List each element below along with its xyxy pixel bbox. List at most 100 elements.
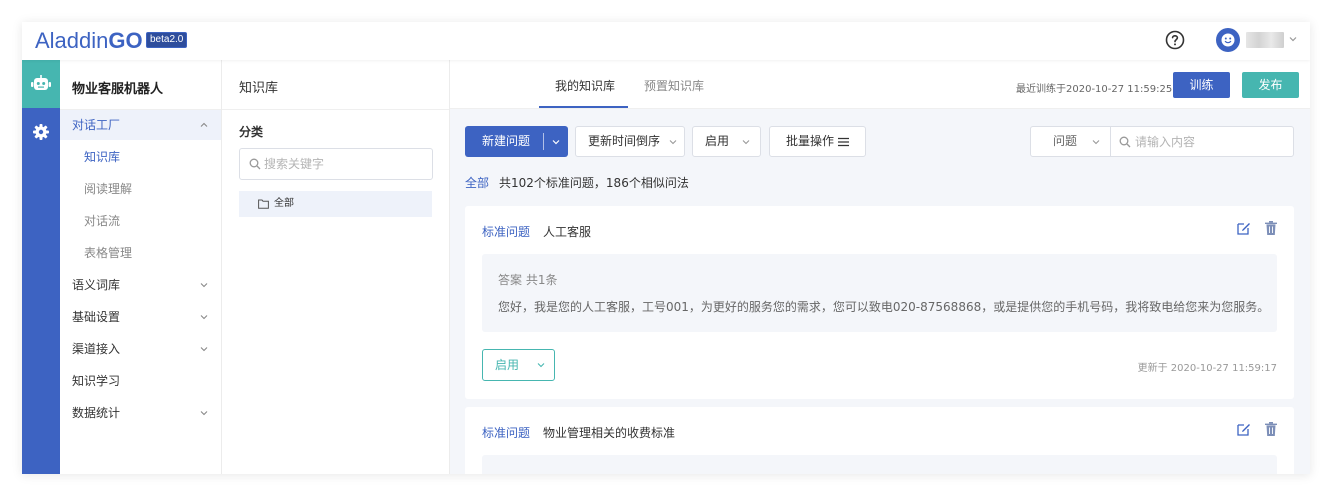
nav-item-basic-settings[interactable]: 基础设置 bbox=[60, 302, 221, 332]
nav-item-channels[interactable]: 渠道接入 bbox=[60, 334, 221, 364]
question-card: 标准问题 人工客服 答案 共1条 您好，我是您的人工客服，工号001，为更好的服… bbox=[465, 206, 1294, 399]
nav-item-reading[interactable]: 阅读理解 bbox=[60, 174, 221, 204]
answer-text: 您好，我是您的人工客服，工号001，为更好的服务您的需求，您可以致电020-87… bbox=[498, 300, 1270, 314]
chevron-down-icon bbox=[200, 411, 208, 416]
robot-icon bbox=[31, 75, 51, 90]
nav-item-knowledge-base[interactable]: 知识库 bbox=[60, 142, 221, 172]
question-text: 物业管理相关的收费标准 bbox=[543, 426, 676, 440]
nav-item-label: 知识学习 bbox=[72, 374, 121, 388]
sort-select-value: 更新时间倒序 bbox=[588, 134, 661, 148]
new-question-button[interactable]: 新建问题 bbox=[465, 126, 568, 157]
nav-item-dialog-factory[interactable]: 对话工厂 bbox=[60, 110, 221, 140]
answer-box bbox=[482, 455, 1277, 474]
filter-type-value: 问题 bbox=[1053, 134, 1078, 148]
chevron-down-icon bbox=[200, 347, 208, 352]
result-summary: 全部 共102个标准问题，186个相似问法 bbox=[465, 174, 689, 191]
chevron-down-icon bbox=[742, 140, 750, 145]
chevron-down-icon[interactable] bbox=[551, 137, 561, 147]
logo[interactable]: AladdinGO bbox=[35, 28, 143, 54]
filter-type-select[interactable]: 问题 bbox=[1030, 126, 1111, 157]
search-icon bbox=[1119, 136, 1131, 148]
chevron-down-icon bbox=[669, 140, 677, 145]
divider bbox=[222, 109, 449, 110]
folder-icon bbox=[258, 199, 269, 209]
nav-item-semantic-lexicon[interactable]: 语义词库 bbox=[60, 270, 221, 300]
nav-item-label: 对话流 bbox=[84, 214, 121, 228]
summary-text: 共102个标准问题，186个相似问法 bbox=[499, 176, 689, 190]
search-icon bbox=[249, 158, 261, 170]
menu-icon bbox=[838, 137, 849, 147]
question-type-label: 标准问题 bbox=[482, 225, 531, 239]
chevron-down-icon bbox=[200, 315, 208, 320]
edit-icon[interactable] bbox=[1237, 422, 1251, 436]
sort-select[interactable]: 更新时间倒序 bbox=[575, 126, 685, 157]
batch-operation-button[interactable]: 批量操作 bbox=[769, 126, 866, 157]
username-blurred[interactable] bbox=[1246, 32, 1284, 48]
question-type-label: 标准问题 bbox=[482, 426, 531, 440]
nav-item-label: 语义词库 bbox=[72, 278, 121, 292]
logo-text: Aladdin bbox=[35, 28, 109, 53]
breadcrumb: 知识库 bbox=[239, 81, 279, 96]
nav-item-label: 阅读理解 bbox=[84, 182, 133, 196]
nav-item-table-mgmt[interactable]: 表格管理 bbox=[60, 238, 221, 268]
trash-icon[interactable] bbox=[1265, 422, 1277, 436]
tab-indicator bbox=[539, 106, 628, 108]
last-train-time: 最近训练于2020-10-27 11:59:25 bbox=[1016, 84, 1173, 95]
chevron-up-icon bbox=[200, 122, 208, 127]
sidebar-nav: 物业客服机器人 对话工厂 知识库 阅读理解 对话流 表格管理 语义词库 基础设置… bbox=[60, 60, 222, 474]
icon-rail bbox=[22, 60, 60, 474]
chevron-down-icon bbox=[200, 283, 208, 288]
trash-icon[interactable] bbox=[1265, 221, 1277, 235]
question-card: 标准问题 物业管理相关的收费标准 bbox=[465, 407, 1294, 474]
tree-node-label: 全部 bbox=[274, 198, 294, 209]
nav-item-dialog-flow[interactable]: 对话流 bbox=[60, 206, 221, 236]
train-button[interactable]: 训练 bbox=[1173, 72, 1230, 98]
version-badge: beta2.0 bbox=[146, 32, 188, 48]
status-filter-select[interactable]: 启用 bbox=[692, 126, 761, 157]
nav-item-label: 知识库 bbox=[84, 150, 121, 164]
category-heading: 分类 bbox=[239, 125, 264, 139]
card-status-value: 启用 bbox=[495, 358, 520, 372]
bot-name: 物业客服机器人 bbox=[72, 82, 164, 97]
tab-my-knowledge[interactable]: 我的知识库 bbox=[555, 77, 615, 94]
answer-box: 答案 共1条 您好，我是您的人工客服，工号001，为更好的服务您的需求，您可以致… bbox=[482, 254, 1277, 332]
top-bar: AladdinGO beta2.0 bbox=[22, 22, 1310, 60]
chevron-down-icon[interactable] bbox=[1288, 34, 1298, 44]
category-panel: 知识库 分类 全部 bbox=[222, 60, 450, 474]
smiley-avatar-icon[interactable] bbox=[1216, 28, 1240, 52]
nav-item-statistics[interactable]: 数据统计 bbox=[60, 398, 221, 428]
nav-item-label: 基础设置 bbox=[72, 310, 121, 324]
filter-search-input[interactable] bbox=[1135, 133, 1285, 151]
tree-node-all[interactable]: 全部 bbox=[239, 191, 432, 217]
main-header: 我的知识库 预置知识库 最近训练于2020-10-27 11:59:25 训练 … bbox=[450, 60, 1310, 109]
chevron-down-icon bbox=[1092, 140, 1100, 145]
question-circle-icon[interactable] bbox=[1165, 30, 1185, 50]
split-divider bbox=[543, 133, 544, 150]
nav-item-label: 对话工厂 bbox=[72, 118, 121, 132]
edit-icon[interactable] bbox=[1237, 221, 1251, 235]
card-status-select[interactable]: 启用 bbox=[482, 349, 555, 381]
question-text: 人工客服 bbox=[543, 225, 592, 239]
batch-operation-label: 批量操作 bbox=[786, 134, 835, 148]
main-content: 我的知识库 预置知识库 最近训练于2020-10-27 11:59:25 训练 … bbox=[450, 60, 1310, 474]
tab-preset-knowledge[interactable]: 预置知识库 bbox=[644, 77, 704, 94]
gear-icon bbox=[33, 124, 49, 140]
app-window: AladdinGO beta2.0 物业客服机器人 对话工厂 知识库 阅读理解 … bbox=[22, 22, 1310, 474]
nav-item-knowledge-learning[interactable]: 知识学习 bbox=[60, 366, 221, 396]
logo-go: GO bbox=[108, 28, 143, 53]
status-filter-value: 启用 bbox=[705, 134, 730, 148]
nav-item-label: 表格管理 bbox=[84, 246, 133, 260]
answer-header: 答案 共1条 bbox=[498, 273, 558, 287]
category-search bbox=[239, 148, 433, 180]
updated-time: 更新于 2020-10-27 11:59:17 bbox=[1137, 363, 1277, 374]
publish-button[interactable]: 发布 bbox=[1242, 72, 1299, 98]
nav-item-label: 数据统计 bbox=[72, 406, 121, 420]
filter-search bbox=[1110, 126, 1294, 157]
summary-all-link[interactable]: 全部 bbox=[465, 176, 489, 190]
chevron-down-icon bbox=[537, 363, 545, 368]
new-question-label: 新建问题 bbox=[482, 134, 531, 148]
rail-item-robot[interactable] bbox=[22, 60, 60, 108]
rail-item-settings[interactable] bbox=[22, 108, 60, 156]
nav-item-label: 渠道接入 bbox=[72, 342, 121, 356]
category-search-input[interactable] bbox=[264, 155, 424, 173]
